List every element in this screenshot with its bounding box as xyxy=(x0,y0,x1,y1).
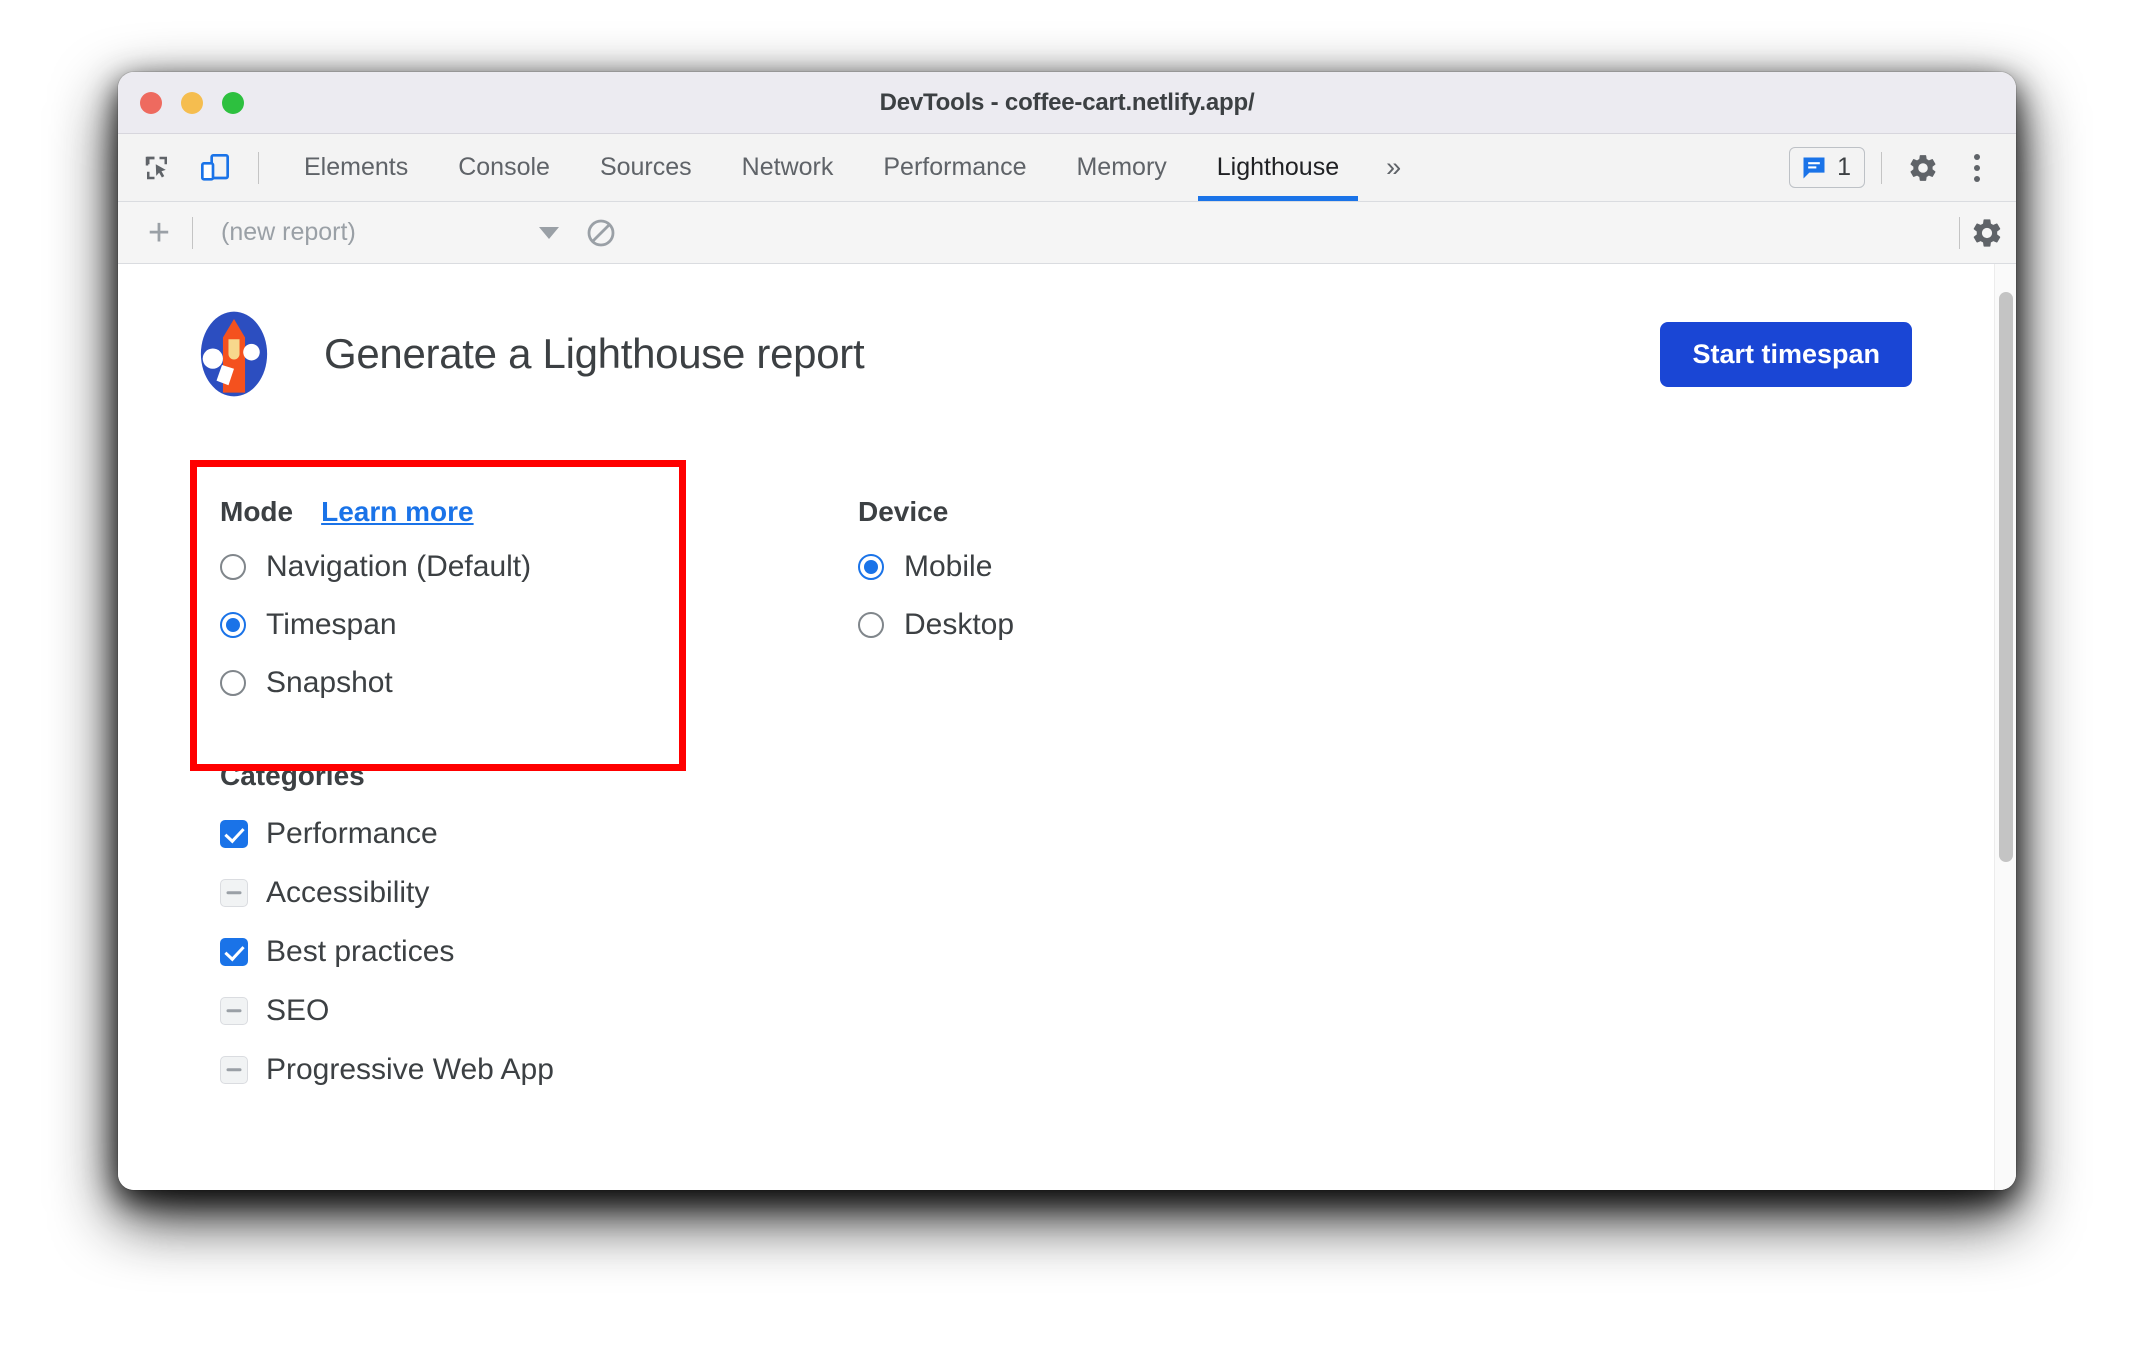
vertical-scrollbar[interactable] xyxy=(1994,264,2016,1190)
device-heading-row: Device xyxy=(858,496,1014,528)
devtools-tool-icons xyxy=(132,134,279,201)
categories-section: Categories Performance Accessibility Bes… xyxy=(178,760,1956,1099)
panel-tabs: Elements Console Sources Network Perform… xyxy=(279,134,1423,201)
mode-option-label: Timespan xyxy=(266,608,397,641)
window-title: DevTools - coffee-cart.netlify.app/ xyxy=(879,88,1255,116)
tab-sources[interactable]: Sources xyxy=(575,134,717,201)
tab-label: Elements xyxy=(304,153,409,181)
page-title: Generate a Lighthouse report xyxy=(324,330,865,377)
close-window-button[interactable] xyxy=(140,91,162,114)
lighthouse-logo xyxy=(200,311,268,397)
category-label: Performance xyxy=(266,816,438,850)
mode-heading-row: Mode Learn more xyxy=(220,496,798,528)
toolbar-divider xyxy=(1959,216,1960,249)
checkbox-icon-checked[interactable] xyxy=(220,819,248,848)
radio-icon[interactable] xyxy=(220,670,246,696)
category-label: Accessibility xyxy=(266,875,430,909)
device-option-label: Mobile xyxy=(904,550,993,583)
mode-option-timespan[interactable]: Timespan xyxy=(220,596,798,654)
device-toolbar-icon[interactable] xyxy=(190,143,240,193)
checkbox-icon-checked[interactable] xyxy=(220,937,248,966)
categories-title: Categories xyxy=(220,760,365,791)
more-tabs-icon[interactable]: » xyxy=(1364,134,1423,201)
clear-all-icon[interactable] xyxy=(585,217,617,249)
add-report-icon[interactable]: + xyxy=(136,210,182,256)
kebab-menu-icon[interactable] xyxy=(1954,145,2000,191)
category-accessibility[interactable]: Accessibility xyxy=(220,863,1956,922)
category-label: Best practices xyxy=(266,934,455,968)
traffic-lights xyxy=(140,91,244,114)
device-option-label: Desktop xyxy=(904,608,1015,641)
category-progressive-web-app[interactable]: Progressive Web App xyxy=(220,1040,1956,1099)
inspect-element-icon[interactable] xyxy=(132,143,182,193)
radio-icon-selected[interactable] xyxy=(858,554,884,580)
learn-more-link[interactable]: Learn more xyxy=(321,496,474,528)
mode-option-navigation[interactable]: Navigation (Default) xyxy=(220,538,798,596)
lighthouse-options: Mode Learn more Navigation (Default) Tim… xyxy=(178,460,1956,771)
checkbox-icon-indeterminate[interactable] xyxy=(220,1055,248,1084)
radio-icon[interactable] xyxy=(220,554,246,580)
chevron-down-icon xyxy=(539,226,559,239)
tab-label: Memory xyxy=(1076,153,1167,181)
category-seo[interactable]: SEO xyxy=(220,981,1956,1040)
category-label: SEO xyxy=(266,993,330,1027)
toolbar-divider xyxy=(1881,151,1882,184)
report-select-value: (new report) xyxy=(221,218,356,246)
mode-section: Mode Learn more Navigation (Default) Tim… xyxy=(178,460,798,712)
tab-memory[interactable]: Memory xyxy=(1051,134,1191,201)
tab-label: Console xyxy=(458,153,550,181)
tab-label: Sources xyxy=(599,153,692,181)
mode-title: Mode xyxy=(220,496,294,527)
devtools-tabbar: Elements Console Sources Network Perform… xyxy=(118,134,2016,202)
scrollbar-thumb[interactable] xyxy=(1999,292,2013,862)
devtools-window: DevTools - coffee-cart.netlify.app/ Elem… xyxy=(118,72,2016,1190)
device-title: Device xyxy=(858,496,949,527)
report-select[interactable]: (new report) xyxy=(203,218,563,247)
tab-network[interactable]: Network xyxy=(717,134,859,201)
gear-icon[interactable] xyxy=(1898,143,1948,193)
lighthouse-start-view: Generate a Lighthouse report Start times… xyxy=(118,264,2016,1190)
tab-console[interactable]: Console xyxy=(433,134,575,201)
minimize-window-button[interactable] xyxy=(181,91,203,114)
zoom-window-button[interactable] xyxy=(222,91,244,114)
lighthouse-settings-gear-icon[interactable] xyxy=(1970,216,2004,250)
lighthouse-header: Generate a Lighthouse report Start times… xyxy=(178,308,1956,400)
lighthouse-toolbar: + (new report) xyxy=(118,202,2016,264)
issues-count: 1 xyxy=(1837,153,1851,181)
device-option-mobile[interactable]: Mobile xyxy=(858,538,1014,596)
mode-option-snapshot[interactable]: Snapshot xyxy=(220,654,798,712)
screenshot-root: DevTools - coffee-cart.netlify.app/ Elem… xyxy=(0,0,2130,1350)
tab-elements[interactable]: Elements xyxy=(279,134,433,201)
device-option-desktop[interactable]: Desktop xyxy=(858,596,1014,654)
issues-message-icon xyxy=(1803,157,1825,178)
window-titlebar: DevTools - coffee-cart.netlify.app/ xyxy=(118,72,2016,134)
device-section: Device Mobile Desktop xyxy=(798,460,1014,712)
mode-option-label: Snapshot xyxy=(266,666,393,699)
devtools-tabbar-right: 1 xyxy=(1789,134,2016,201)
radio-icon-selected[interactable] xyxy=(220,612,246,638)
tab-label: Network xyxy=(741,153,834,181)
radio-icon[interactable] xyxy=(858,612,884,638)
lighthouse-content: Generate a Lighthouse report Start times… xyxy=(118,264,2016,1099)
checkbox-icon-indeterminate[interactable] xyxy=(220,996,248,1025)
toolbar-divider xyxy=(258,151,259,184)
tab-label: Performance xyxy=(883,153,1027,181)
category-best-practices[interactable]: Best practices xyxy=(220,922,1956,981)
category-label: Progressive Web App xyxy=(266,1052,554,1086)
toolbar-divider xyxy=(192,216,193,249)
tab-label: Lighthouse xyxy=(1216,153,1340,181)
checkbox-icon-indeterminate[interactable] xyxy=(220,878,248,907)
issues-badge[interactable]: 1 xyxy=(1789,147,1865,188)
category-performance[interactable]: Performance xyxy=(220,804,1956,863)
start-timespan-button[interactable]: Start timespan xyxy=(1660,321,1912,387)
tab-performance[interactable]: Performance xyxy=(858,134,1051,201)
tab-lighthouse[interactable]: Lighthouse xyxy=(1192,134,1364,201)
mode-option-label: Navigation (Default) xyxy=(266,550,532,583)
